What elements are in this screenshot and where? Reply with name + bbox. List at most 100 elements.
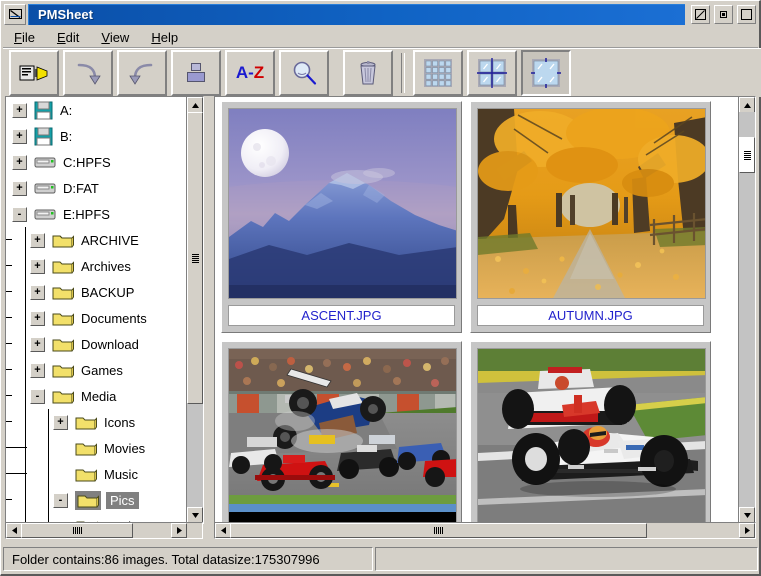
scroll-down-icon[interactable] xyxy=(739,507,755,523)
hide-icon[interactable] xyxy=(691,4,710,24)
tree-node-a[interactable]: + A: xyxy=(6,97,187,123)
slideshow-button[interactable] xyxy=(9,50,59,96)
tree-node-label: Music xyxy=(104,466,138,482)
system-menu-icon[interactable] xyxy=(4,3,26,25)
scroll-left-icon[interactable] xyxy=(215,523,231,538)
toolbar: A-Z xyxy=(3,48,761,97)
tree-node-download[interactable]: + Download xyxy=(6,331,187,357)
tree-node-label: A: xyxy=(60,102,73,118)
scroll-grip xyxy=(743,150,751,160)
tree-node-movies[interactable]: Movies xyxy=(6,435,187,461)
trash-icon xyxy=(356,60,380,86)
thumbnail-tile[interactable] xyxy=(470,341,711,523)
scroll-down-icon[interactable] xyxy=(187,507,203,523)
folder-tree[interactable]: + A: + B: + C:HPFS + D:FAT - E:HPFS + AR… xyxy=(5,96,188,524)
tree-node-label: Download xyxy=(81,336,139,352)
tree-branch-line xyxy=(6,265,12,266)
tree-branch-line xyxy=(6,369,12,370)
scroll-right-icon[interactable] xyxy=(171,523,187,538)
tree-node-label: D:FAT xyxy=(63,180,99,196)
delete-button[interactable] xyxy=(343,50,393,96)
rotate-right-button[interactable] xyxy=(63,50,113,96)
thumbnail-tile[interactable]: AUTUMN.JPG xyxy=(470,101,711,333)
title-bar-gradient[interactable]: PMSheet xyxy=(28,3,685,25)
resize-icon xyxy=(183,61,209,85)
tree-node-label: E:HPFS xyxy=(63,206,110,222)
tree-node-archives[interactable]: + Archives xyxy=(6,253,187,279)
thumbnail-caption: AUTUMN.JPG xyxy=(477,305,704,326)
maximize-icon[interactable] xyxy=(737,4,756,24)
tree-node-d[interactable]: + D:FAT xyxy=(6,175,187,201)
collapse-toggle[interactable]: - xyxy=(12,206,27,222)
f1-race-car-photo[interactable] xyxy=(477,348,706,523)
tree-node-media[interactable]: - Media xyxy=(6,383,187,409)
main-content: + A: + B: + C:HPFS + D:FAT - E:HPFS + AR… xyxy=(3,96,758,540)
tree-node-documents[interactable]: + Documents xyxy=(6,305,187,331)
tree-horizontal-scrollbar[interactable] xyxy=(5,522,203,539)
folder-icon xyxy=(75,414,97,431)
thumbnail-tile[interactable] xyxy=(221,341,462,523)
tree-scroll-thumb[interactable] xyxy=(187,112,203,404)
menu-item-view[interactable]: View xyxy=(90,28,140,47)
autumn-tree-lane-photo[interactable] xyxy=(477,108,706,299)
thumbnail-vertical-scrollbar[interactable] xyxy=(738,96,756,524)
expand-toggle[interactable]: + xyxy=(30,336,45,352)
scroll-grip xyxy=(434,527,443,534)
moon-over-mountain-photo[interactable] xyxy=(228,108,457,299)
menu-item-help[interactable]: Help xyxy=(140,28,189,47)
tree-node-backup[interactable]: + BACKUP xyxy=(6,279,187,305)
scroll-left-icon[interactable] xyxy=(6,523,22,538)
tree-branch-line xyxy=(6,421,12,422)
resize-button[interactable] xyxy=(171,50,221,96)
tree-node-label: Documents xyxy=(81,310,147,326)
expand-toggle[interactable]: + xyxy=(12,102,27,118)
tree-node-games[interactable]: + Games xyxy=(6,357,187,383)
thumbnail-scroll-thumb[interactable] xyxy=(739,137,755,173)
view-small-thumbnails-button[interactable] xyxy=(413,50,463,96)
scroll-up-icon[interactable] xyxy=(187,97,203,113)
expand-toggle[interactable]: + xyxy=(12,180,27,196)
expand-toggle[interactable]: + xyxy=(53,414,68,430)
folder-icon xyxy=(52,336,74,353)
thumbnail-view[interactable]: ASCENT.JPG AUTUMN.JPG xyxy=(214,96,740,524)
menu-item-edit[interactable]: Edit xyxy=(46,28,90,47)
tree-branch-line xyxy=(6,343,12,344)
expand-toggle[interactable]: + xyxy=(30,362,45,378)
sort-button[interactable]: A-Z xyxy=(225,50,275,96)
tree-vertical-scrollbar[interactable] xyxy=(186,96,204,524)
status-bar: Folder contains:86 images. Total datasiz… xyxy=(3,546,758,572)
f1-crash-photo[interactable] xyxy=(228,348,457,523)
tree-node-c[interactable]: + C:HPFS xyxy=(6,149,187,175)
folder-icon xyxy=(52,388,74,405)
restore-icon[interactable] xyxy=(714,4,733,24)
thumbnail-horizontal-scrollbar[interactable] xyxy=(214,522,756,539)
expand-toggle[interactable]: + xyxy=(30,284,45,300)
scroll-up-icon[interactable] xyxy=(739,97,755,113)
rotate-left-button[interactable] xyxy=(117,50,167,96)
tree-node-pics[interactable]: - Pics xyxy=(6,487,187,513)
menu-item-file[interactable]: File xyxy=(3,28,46,47)
collapse-toggle[interactable]: - xyxy=(53,492,68,508)
tree-node-label: Games xyxy=(81,362,123,378)
expand-toggle[interactable]: + xyxy=(12,128,27,144)
expand-toggle[interactable]: + xyxy=(30,258,45,274)
tree-node-music[interactable]: Music xyxy=(6,461,187,487)
tree-hscroll-thumb[interactable] xyxy=(21,523,133,538)
expand-toggle[interactable]: + xyxy=(30,310,45,326)
tree-node-b[interactable]: + B: xyxy=(6,123,187,149)
view-medium-thumbnails-button[interactable] xyxy=(467,50,517,96)
tree-node-icons[interactable]: + Icons xyxy=(6,409,187,435)
tree-node-archive[interactable]: + ARCHIVE xyxy=(6,227,187,253)
thumbnail-tile[interactable]: ASCENT.JPG xyxy=(221,101,462,333)
collapse-toggle[interactable]: - xyxy=(30,388,45,404)
expand-toggle[interactable]: + xyxy=(30,232,45,248)
search-button[interactable] xyxy=(279,50,329,96)
view-large-thumbnails-button[interactable] xyxy=(521,50,571,96)
panel-splitter[interactable] xyxy=(206,96,214,540)
expand-toggle[interactable]: + xyxy=(12,154,27,170)
a-z-icon: A-Z xyxy=(235,63,265,82)
scroll-right-icon[interactable] xyxy=(739,523,755,538)
floppy-icon xyxy=(34,127,53,146)
tree-node-e[interactable]: - E:HPFS xyxy=(6,201,187,227)
thumbnail-hscroll-thumb[interactable] xyxy=(230,523,647,538)
